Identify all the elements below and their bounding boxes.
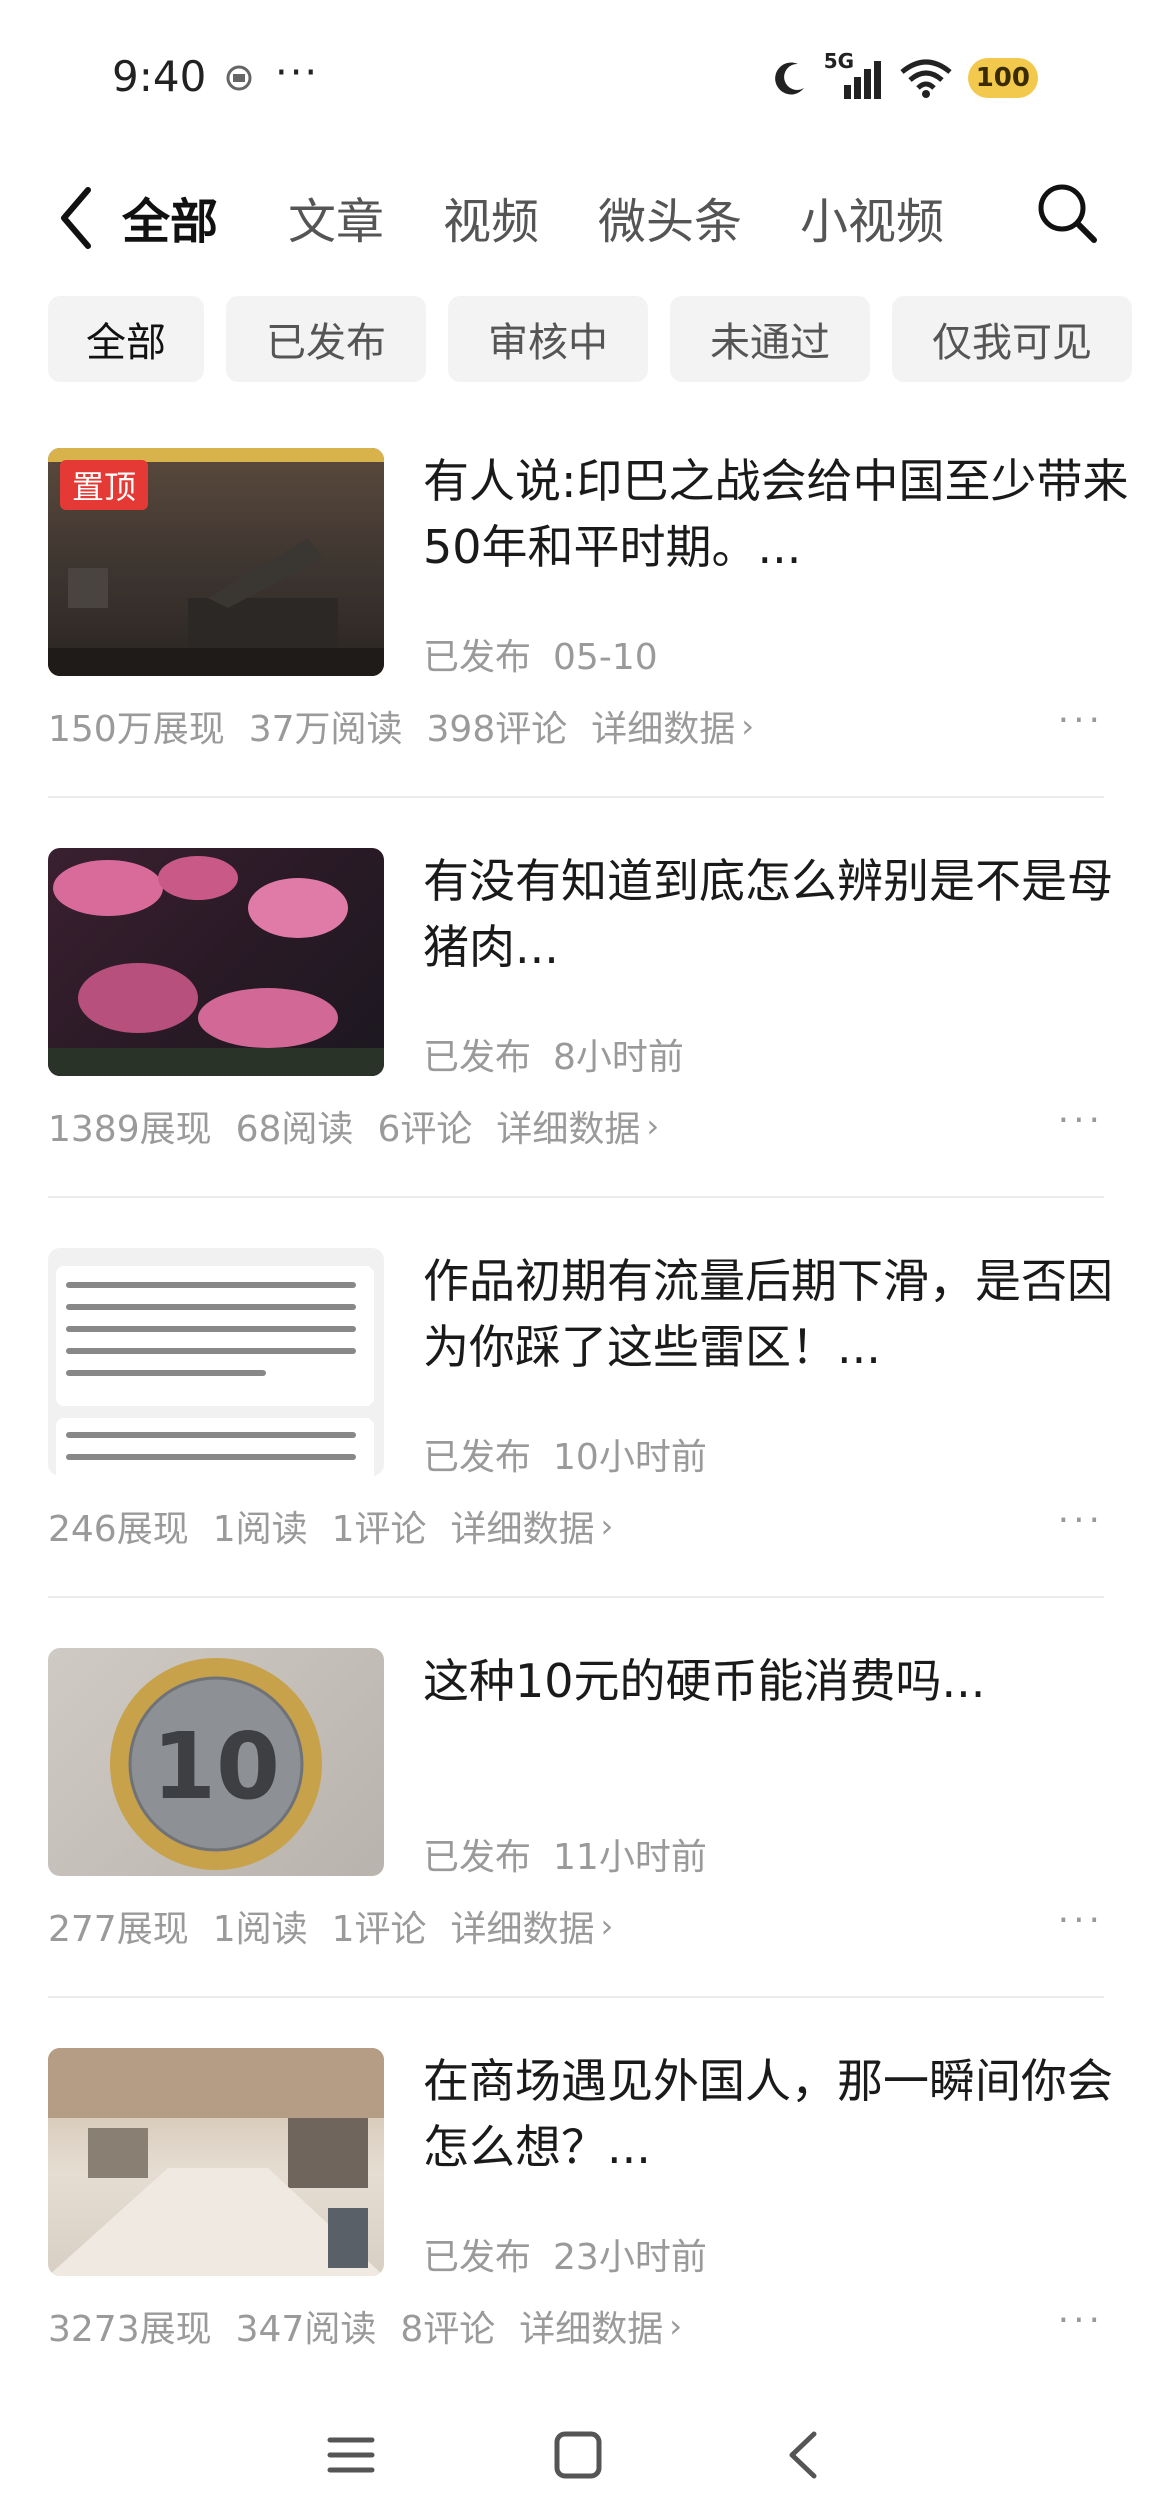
item-impressions: 150万展现 bbox=[48, 709, 225, 750]
item-reads: 1阅读 bbox=[212, 1509, 308, 1550]
item-status: 已发布 bbox=[423, 1837, 532, 1878]
item-reads: 347阅读 bbox=[235, 2309, 377, 2350]
item-meta: 已发布 05-10 bbox=[423, 628, 658, 680]
item-reads: 37万阅读 bbox=[248, 709, 403, 750]
list-item[interactable]: 作品初期有流量后期下滑，是否因为你踩了这些雷区！... 已发布 10小时前 246… bbox=[48, 1248, 1113, 1648]
chevron-right-icon: › bbox=[646, 1107, 660, 1145]
item-time: 23小时前 bbox=[553, 2237, 707, 2278]
detail-data-link[interactable]: 详细数据 bbox=[451, 1900, 595, 1952]
notification-icon bbox=[226, 65, 252, 91]
divider bbox=[48, 796, 1104, 798]
item-status: 已发布 bbox=[423, 637, 532, 678]
item-comments: 8评论 bbox=[400, 2309, 496, 2350]
back-arrow-icon[interactable] bbox=[48, 178, 108, 258]
pinned-badge: 置顶 bbox=[60, 460, 149, 510]
list-item[interactable]: 在商场遇见外国人，那一瞬间你会怎么想？... 已发布 23小时前 3273展现 3… bbox=[48, 2048, 1113, 2448]
chevron-right-icon: › bbox=[669, 2307, 683, 2345]
item-impressions: 246展现 bbox=[48, 1509, 189, 1550]
filter-under-review[interactable]: 审核中 bbox=[448, 296, 648, 382]
chevron-right-icon: › bbox=[600, 1907, 614, 1945]
tab-videos[interactable]: 视频 bbox=[443, 182, 539, 252]
status-bar: 9:40 ··· 5G 100 bbox=[0, 0, 1156, 160]
divider bbox=[48, 1596, 1104, 1598]
item-stats: 150万展现 37万阅读 398评论 详细数据 › bbox=[48, 700, 754, 752]
filter-rejected[interactable]: 未通过 bbox=[670, 296, 870, 382]
detail-data-link[interactable]: 详细数据 bbox=[591, 700, 735, 752]
thumbnail-meat-market bbox=[48, 848, 384, 1076]
moon-icon bbox=[774, 62, 804, 95]
svg-text:10: 10 bbox=[152, 1713, 280, 1820]
item-impressions: 1389展现 bbox=[48, 1109, 212, 1150]
more-options-icon[interactable]: ··· bbox=[1058, 700, 1104, 741]
filter-published[interactable]: 已发布 bbox=[226, 296, 426, 382]
item-reads: 68阅读 bbox=[235, 1109, 354, 1150]
item-status: 已发布 bbox=[423, 1037, 532, 1078]
menu-icon[interactable] bbox=[316, 2420, 386, 2490]
more-status-indicator: ··· bbox=[275, 50, 320, 96]
thumbnail-text-screenshot bbox=[48, 1248, 384, 1476]
more-options-icon[interactable]: ··· bbox=[1058, 2300, 1104, 2341]
battery-icon: 100 bbox=[967, 58, 1038, 98]
home-icon[interactable] bbox=[543, 2420, 613, 2490]
item-stats: 277展现 1阅读 1评论 详细数据 › bbox=[48, 1900, 613, 1952]
list-item[interactable]: 10 这种10元的硬币能消费吗... 已发布 11小时前 277展现 1阅读 1评… bbox=[48, 1648, 1104, 2048]
status-filter-bar: 全部 已发布 审核中 未通过 仅我可见 bbox=[0, 296, 1156, 386]
item-time: 8小时前 bbox=[553, 1037, 684, 1078]
chevron-right-icon: › bbox=[600, 1507, 614, 1545]
detail-data-link[interactable]: 详细数据 bbox=[451, 1500, 595, 1552]
wifi-icon bbox=[900, 59, 952, 98]
more-options-icon[interactable]: ··· bbox=[1058, 1500, 1104, 1541]
item-title[interactable]: 有人说:印巴之战会给中国至少带来50年和平时期。... bbox=[423, 448, 1143, 580]
signal-icon: 5G bbox=[824, 49, 884, 101]
status-time: 9:40 bbox=[112, 52, 207, 101]
detail-data-link[interactable]: 详细数据 bbox=[519, 2300, 663, 2352]
item-comments: 1评论 bbox=[331, 1509, 427, 1550]
divider bbox=[48, 1996, 1104, 1998]
item-comments: 1评论 bbox=[331, 1909, 427, 1950]
system-nav-bar bbox=[0, 2400, 1156, 2510]
tab-micro-posts[interactable]: 微头条 bbox=[598, 182, 742, 252]
filter-private[interactable]: 仅我可见 bbox=[892, 296, 1132, 382]
detail-data-link[interactable]: 详细数据 bbox=[496, 1100, 640, 1152]
back-icon[interactable] bbox=[770, 2420, 840, 2490]
item-stats: 246展现 1阅读 1评论 详细数据 › bbox=[48, 1500, 613, 1552]
list-item[interactable]: 置顶 有人说:印巴之战会给中国至少带来50年和平时期。... 已发布 05-10 … bbox=[48, 448, 1129, 848]
top-tab-bar: 全部 文章 视频 微头条 小视频 bbox=[0, 160, 1156, 290]
item-meta: 已发布 8小时前 bbox=[423, 1028, 684, 1080]
item-title[interactable]: 这种10元的硬币能消费吗... bbox=[423, 1648, 1143, 1714]
tab-short-videos[interactable]: 小视频 bbox=[800, 182, 944, 252]
chevron-right-icon: › bbox=[741, 707, 755, 745]
list-item[interactable]: 有没有知道到底怎么辨别是不是母猪肉... 已发布 8小时前 1389展现 68阅读… bbox=[48, 848, 1113, 1248]
item-comments: 6评论 bbox=[377, 1109, 473, 1150]
item-comments: 398评论 bbox=[426, 709, 568, 750]
item-title[interactable]: 作品初期有流量后期下滑，是否因为你踩了这些雷区！... bbox=[423, 1248, 1143, 1380]
item-title[interactable]: 有没有知道到底怎么辨别是不是母猪肉... bbox=[423, 848, 1143, 980]
divider bbox=[48, 1196, 1104, 1198]
search-icon[interactable] bbox=[1032, 178, 1102, 248]
item-meta: 已发布 11小时前 bbox=[423, 1828, 707, 1880]
filter-all[interactable]: 全部 bbox=[48, 296, 204, 382]
more-options-icon[interactable]: ··· bbox=[1058, 1100, 1104, 1141]
thumbnail-shopping-mall bbox=[48, 2048, 384, 2276]
item-time: 05-10 bbox=[553, 637, 658, 678]
thumbnail-military-launcher: 置顶 bbox=[48, 448, 384, 676]
item-meta: 已发布 10小时前 bbox=[423, 1428, 707, 1480]
tab-all[interactable]: 全部 bbox=[122, 182, 218, 252]
item-impressions: 277展现 bbox=[48, 1909, 189, 1950]
item-time: 11小时前 bbox=[553, 1837, 707, 1878]
item-meta: 已发布 23小时前 bbox=[423, 2228, 707, 2280]
tab-articles[interactable]: 文章 bbox=[288, 182, 384, 252]
item-status: 已发布 bbox=[423, 1437, 532, 1478]
item-status: 已发布 bbox=[423, 2237, 532, 2278]
item-title[interactable]: 在商场遇见外国人，那一瞬间你会怎么想？... bbox=[423, 2048, 1143, 2180]
item-impressions: 3273展现 bbox=[48, 2309, 212, 2350]
item-stats: 1389展现 68阅读 6评论 详细数据 › bbox=[48, 1100, 659, 1152]
item-stats: 3273展现 347阅读 8评论 详细数据 › bbox=[48, 2300, 682, 2352]
thumbnail-coin: 10 bbox=[48, 1648, 384, 1876]
item-reads: 1阅读 bbox=[212, 1909, 308, 1950]
more-options-icon[interactable]: ··· bbox=[1058, 1900, 1104, 1941]
item-time: 10小时前 bbox=[553, 1437, 707, 1478]
